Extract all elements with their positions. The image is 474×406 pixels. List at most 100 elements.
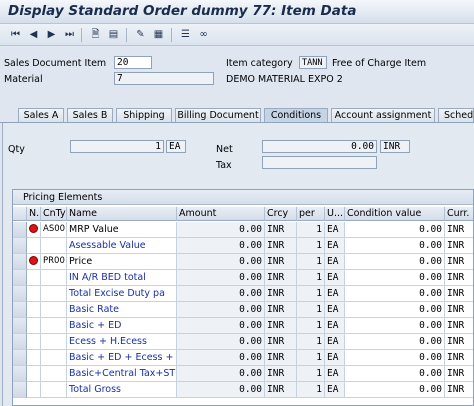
row-selector[interactable] — [13, 366, 27, 382]
column-header-curr[interactable]: Curr. — [445, 207, 473, 221]
overview-icon[interactable]: ▦ — [151, 27, 166, 42]
currency-cell[interactable]: INR — [265, 334, 297, 350]
document-icon[interactable]: 🗎 — [88, 27, 103, 42]
per-cell[interactable]: 1 — [297, 238, 325, 254]
condition-type-cell[interactable] — [41, 238, 67, 254]
per-cell[interactable]: 1 — [297, 270, 325, 286]
row-selector[interactable] — [13, 382, 27, 398]
amount-cell[interactable]: 0.00 — [177, 334, 265, 350]
qty-unit-field[interactable]: EA — [166, 140, 186, 153]
tab-schedule-lines[interactable]: Schedu — [438, 108, 474, 123]
previous-page-icon[interactable]: ◀ — [26, 27, 41, 42]
uom-cell[interactable]: EA — [325, 366, 345, 382]
uom-cell[interactable]: EA — [325, 270, 345, 286]
tab-account-assignment[interactable]: Account assignment — [331, 108, 435, 123]
amount-cell[interactable]: 0.00 — [177, 366, 265, 382]
per-cell[interactable]: 1 — [297, 302, 325, 318]
per-cell[interactable]: 1 — [297, 350, 325, 366]
net-currency-field[interactable]: INR — [380, 140, 410, 153]
column-header-cnty[interactable]: CnTy — [41, 207, 67, 221]
uom-cell[interactable]: EA — [325, 286, 345, 302]
column-header-condition-value[interactable]: Condition value — [345, 207, 445, 221]
uom-cell[interactable]: EA — [325, 334, 345, 350]
amount-cell[interactable]: 0.00 — [177, 318, 265, 334]
per-cell[interactable]: 1 — [297, 254, 325, 270]
amount-cell[interactable]: 0.00 — [177, 238, 265, 254]
tab-sales-b[interactable]: Sales B — [67, 108, 113, 123]
condition-type-cell[interactable] — [41, 318, 67, 334]
per-cell[interactable]: 1 — [297, 334, 325, 350]
uom-cell[interactable]: EA — [325, 382, 345, 398]
item-category-field[interactable]: TANN — [299, 56, 327, 69]
table-row[interactable]: Basic+Central Tax+ST 0.00 INR 1 EA 0.00 INR — [13, 366, 473, 382]
material-field[interactable]: 7 — [114, 72, 214, 85]
column-header-n[interactable]: N.. — [27, 207, 41, 221]
edit-icon[interactable]: ✎ — [133, 27, 148, 42]
condition-type-cell[interactable] — [41, 334, 67, 350]
column-header-crcy[interactable]: Crcy — [265, 207, 297, 221]
column-header-per[interactable]: per — [297, 207, 325, 221]
condition-type-cell[interactable] — [41, 270, 67, 286]
amount-cell[interactable]: 0.00 — [177, 350, 265, 366]
first-page-icon[interactable]: ⏮ — [8, 27, 23, 42]
table-row[interactable]: AS00 MRP Value 0.00 INR 1 EA 0.00 INR — [13, 222, 473, 238]
amount-cell[interactable]: 0.00 — [177, 302, 265, 318]
table-row[interactable]: Basic Rate 0.00 INR 1 EA 0.00 INR — [13, 302, 473, 318]
last-page-icon[interactable]: ⏭ — [62, 27, 77, 42]
net-value-field[interactable]: 0.00 — [262, 140, 377, 153]
currency-cell[interactable]: INR — [265, 270, 297, 286]
row-selector[interactable] — [13, 254, 27, 270]
glasses-icon[interactable]: ∞ — [196, 27, 211, 42]
currency-cell[interactable]: INR — [265, 254, 297, 270]
condition-type-cell[interactable]: AS00 — [41, 222, 67, 238]
uom-cell[interactable]: EA — [325, 254, 345, 270]
per-cell[interactable]: 1 — [297, 382, 325, 398]
table-row[interactable]: IN A/R BED total 0.00 INR 1 EA 0.00 INR — [13, 270, 473, 286]
tab-billing-document[interactable]: Billing Document — [175, 108, 261, 123]
row-selector[interactable] — [13, 270, 27, 286]
row-selector[interactable] — [13, 334, 27, 350]
amount-cell[interactable]: 0.00 — [177, 286, 265, 302]
column-header-amount[interactable]: Amount — [177, 207, 265, 221]
uom-cell[interactable]: EA — [325, 350, 345, 366]
table-row[interactable]: PR00 Price 0.00 INR 1 EA 0.00 INR — [13, 254, 473, 270]
currency-cell[interactable]: INR — [265, 302, 297, 318]
tab-conditions[interactable]: Conditions — [264, 108, 328, 123]
per-cell[interactable]: 1 — [297, 286, 325, 302]
amount-cell[interactable]: 0.00 — [177, 382, 265, 398]
row-selector[interactable] — [13, 302, 27, 318]
row-selector[interactable] — [13, 222, 27, 238]
table-row[interactable]: Basic + ED 0.00 INR 1 EA 0.00 INR — [13, 318, 473, 334]
condition-type-cell[interactable] — [41, 382, 67, 398]
row-selector[interactable] — [13, 318, 27, 334]
next-page-icon[interactable]: ▶ — [44, 27, 59, 42]
table-row[interactable]: Ecess + H.Ecess 0.00 INR 1 EA 0.00 INR — [13, 334, 473, 350]
uom-cell[interactable]: EA — [325, 222, 345, 238]
condition-type-cell[interactable] — [41, 366, 67, 382]
amount-cell[interactable]: 0.00 — [177, 222, 265, 238]
currency-cell[interactable]: INR — [265, 286, 297, 302]
amount-cell[interactable]: 0.00 — [177, 254, 265, 270]
row-selector[interactable] — [13, 286, 27, 302]
condition-type-cell[interactable] — [41, 302, 67, 318]
table-row[interactable]: Basic + ED + Ecess +0.00 INR 1 EA 0.00 INR — [13, 350, 473, 366]
condition-type-cell[interactable]: PR00 — [41, 254, 67, 270]
currency-cell[interactable]: INR — [265, 350, 297, 366]
currency-cell[interactable]: INR — [265, 318, 297, 334]
table-row[interactable]: Total Excise Duty pa 0.00 INR 1 EA 0.00 INR — [13, 286, 473, 302]
tab-sales-a[interactable]: Sales A — [18, 108, 64, 123]
qty-field[interactable]: 1 — [70, 140, 164, 153]
currency-cell[interactable]: INR — [265, 238, 297, 254]
currency-cell[interactable]: INR — [265, 382, 297, 398]
tax-value-field[interactable] — [262, 156, 377, 169]
currency-cell[interactable]: INR — [265, 366, 297, 382]
uom-cell[interactable]: EA — [325, 318, 345, 334]
table-row[interactable]: Total Gross 0.00 INR 1 EA 0.00 INR — [13, 382, 473, 398]
tab-shipping[interactable]: Shipping — [116, 108, 172, 123]
condition-type-cell[interactable] — [41, 286, 67, 302]
condition-type-cell[interactable] — [41, 350, 67, 366]
table-row[interactable]: Asessable Value 0.00 INR 1 EA 0.00 INR — [13, 238, 473, 254]
amount-cell[interactable]: 0.00 — [177, 270, 265, 286]
row-selector[interactable] — [13, 350, 27, 366]
select-all-header[interactable] — [13, 207, 27, 221]
